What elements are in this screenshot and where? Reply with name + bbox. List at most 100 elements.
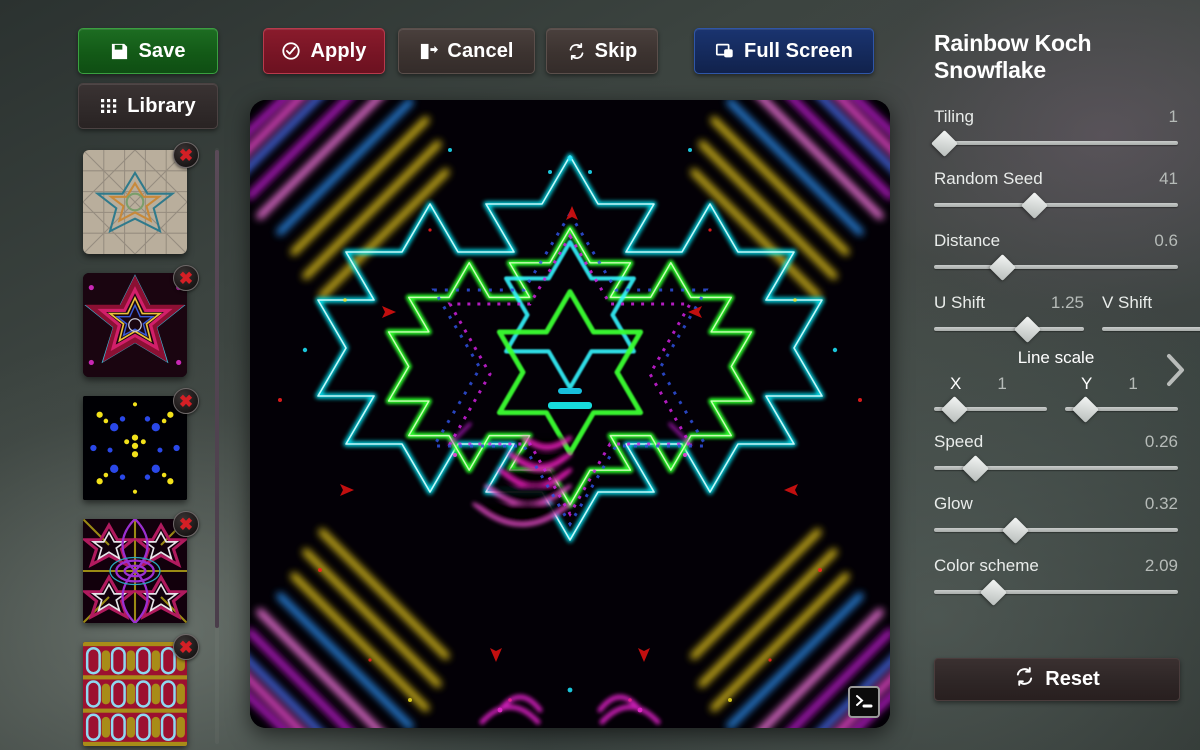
line-scale-x-slider[interactable] (934, 396, 1047, 423)
thumbnail-delete-button[interactable]: ✖ (173, 511, 199, 537)
shift-row: U Shift 1.25 V Shift 2 (934, 293, 1200, 343)
control-header: Speed 0.26 (934, 432, 1178, 452)
sidebar-thumbnail-5[interactable] (83, 641, 187, 746)
sidebar-thumbnail-3[interactable] (83, 395, 187, 500)
slider-handle[interactable] (962, 455, 990, 482)
slider-rail (1102, 327, 1200, 331)
control-label: V Shift (1102, 293, 1153, 312)
reset-button-label: Reset (1045, 668, 1100, 690)
control-header: Distance 0.6 (934, 231, 1178, 251)
slider-rail (934, 590, 1178, 594)
slider-handle[interactable] (1001, 517, 1029, 544)
thumbnail-item: ✖ (60, 263, 210, 386)
terminal-icon[interactable] (848, 686, 880, 718)
slider-handle[interactable] (930, 130, 958, 157)
slider-rail (934, 141, 1178, 145)
exit-door-icon (419, 42, 439, 61)
control-header: Glow 0.32 (934, 494, 1178, 514)
glow-slider[interactable] (934, 517, 1178, 544)
line-scale-y-slider[interactable] (1065, 396, 1178, 423)
thumbnail-delete-button[interactable]: ✖ (173, 142, 199, 168)
thumbnail-delete-button[interactable]: ✖ (173, 634, 199, 660)
thumbnail-item: ✖ (60, 509, 210, 632)
refresh-icon (1014, 666, 1035, 693)
thumbnail-item: ✖ (60, 140, 210, 263)
control-random-seed: Random Seed 41 (934, 169, 1178, 219)
control-label: Random Seed (934, 169, 1043, 188)
control-label: Y (1081, 374, 1093, 393)
page-title: Rainbow Koch Snowflake (934, 30, 1092, 83)
control-v-shift: V Shift 2 (1102, 293, 1200, 338)
control-label: Color scheme (934, 556, 1039, 575)
sidebar-thumbnail-1[interactable] (83, 149, 187, 254)
save-button[interactable]: Save (78, 28, 218, 74)
u-shift-slider[interactable] (934, 316, 1084, 343)
reset-button[interactable]: Reset (934, 658, 1180, 701)
control-speed: Speed 0.26 (934, 432, 1178, 482)
save-button-label: Save (138, 39, 186, 62)
apply-button-label: Apply (310, 39, 367, 62)
control-value: 0.26 (1144, 432, 1178, 451)
preview-canvas[interactable] (250, 100, 890, 728)
fractal-render (250, 100, 890, 728)
sidebar-thumbnail-2[interactable] (83, 272, 187, 377)
thumbnail-delete-button[interactable]: ✖ (173, 388, 199, 414)
control-distance: Distance 0.6 (934, 231, 1178, 281)
thumbnail-item: ✖ (60, 632, 210, 750)
control-header: V Shift 2 (1102, 293, 1200, 313)
cancel-button[interactable]: Cancel (398, 28, 535, 74)
control-label: Glow (934, 494, 973, 513)
line-scale-title: Line scale (1017, 348, 1095, 367)
skip-button-label: Skip (594, 39, 638, 62)
slider-rail (934, 265, 1178, 269)
control-value: 1.25 (1050, 293, 1084, 312)
refresh-icon (567, 42, 586, 61)
sidebar-thumbnail-4[interactable] (83, 518, 187, 623)
app-window: Save Library Apply Cancel Skip Full Scre… (0, 0, 1200, 750)
v-shift-slider[interactable] (1102, 320, 1200, 338)
slider-rail (934, 327, 1084, 331)
control-label: Distance (934, 231, 1001, 250)
fullscreen-button-label: Full Screen (744, 39, 853, 62)
control-value: 41 (1159, 169, 1178, 188)
library-button[interactable]: Library (78, 83, 218, 129)
slider-rail (934, 203, 1178, 207)
cancel-button-label: Cancel (447, 39, 514, 62)
control-value: 1 (1128, 374, 1138, 393)
thumbnail-sidebar: ✖ ✖ ✖ ✖ ✖ (60, 140, 225, 750)
control-header: Tiling 1 (934, 107, 1178, 127)
sidebar-scrollbar-thumb[interactable] (215, 150, 219, 628)
control-value: 0.32 (1144, 494, 1178, 513)
grid-icon (100, 97, 118, 115)
control-label: Tiling (934, 107, 974, 126)
fullscreen-button[interactable]: Full Screen (694, 28, 874, 74)
thumbnail-delete-button[interactable]: ✖ (173, 265, 199, 291)
speed-slider[interactable] (934, 455, 1178, 482)
slider-handle[interactable] (989, 254, 1017, 281)
fullscreen-icon (715, 41, 735, 61)
color-scheme-slider[interactable] (934, 579, 1178, 606)
thumbnail-list: ✖ ✖ ✖ ✖ ✖ (60, 140, 210, 750)
skip-button[interactable]: Skip (546, 28, 658, 74)
control-label: Speed (934, 432, 984, 451)
slider-handle[interactable] (1014, 316, 1041, 343)
random-seed-slider[interactable] (934, 192, 1178, 219)
control-label: X (950, 374, 962, 393)
distance-slider[interactable] (934, 254, 1178, 281)
chevron-right-icon[interactable] (1158, 348, 1192, 392)
slider-handle[interactable] (979, 579, 1007, 606)
control-glow: Glow 0.32 (934, 494, 1178, 544)
control-u-shift: U Shift 1.25 (934, 293, 1084, 343)
save-icon (110, 42, 129, 61)
slider-handle[interactable] (1021, 192, 1048, 219)
control-color-scheme: Color scheme 2.09 (934, 556, 1178, 606)
slider-handle[interactable] (941, 396, 969, 423)
control-header: Random Seed 41 (934, 169, 1178, 189)
control-tiling: Tiling 1 (930, 107, 1178, 157)
check-circle-icon (281, 41, 301, 61)
tiling-slider[interactable] (930, 130, 1178, 157)
slider-handle[interactable] (1072, 396, 1100, 423)
apply-button[interactable]: Apply (263, 28, 385, 74)
control-header: Color scheme 2.09 (934, 556, 1178, 576)
control-value: 0.6 (1154, 231, 1178, 250)
